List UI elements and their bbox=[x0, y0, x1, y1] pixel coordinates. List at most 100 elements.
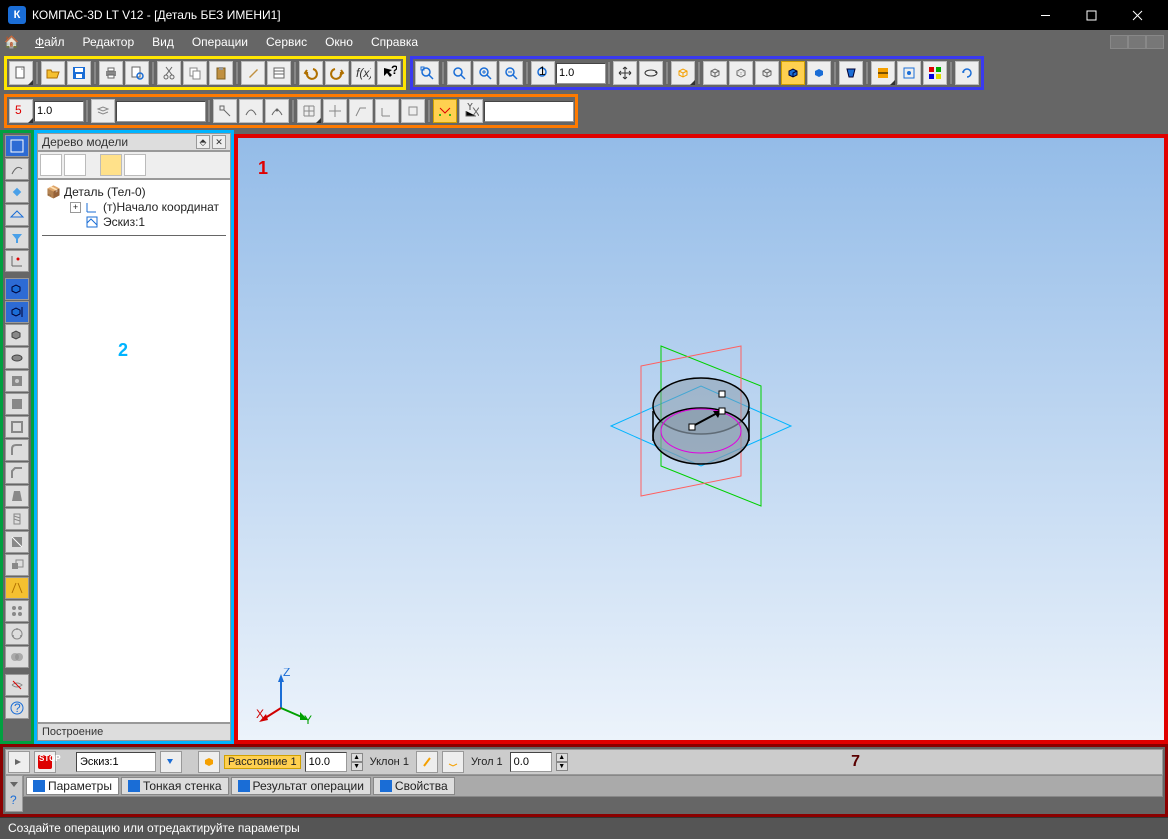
variables-button[interactable]: f(x) bbox=[351, 61, 375, 85]
new-button[interactable] bbox=[9, 61, 33, 85]
fillet-tool[interactable] bbox=[5, 439, 29, 461]
copy-button[interactable] bbox=[183, 61, 207, 85]
refresh-button[interactable] bbox=[955, 61, 979, 85]
zoom-scale-button[interactable]: 1 bbox=[531, 61, 555, 85]
coords-button[interactable]: YX bbox=[459, 99, 483, 123]
scale-input[interactable] bbox=[34, 101, 84, 122]
minimize-button[interactable] bbox=[1022, 0, 1068, 30]
undo-button[interactable] bbox=[299, 61, 323, 85]
hidden-button[interactable] bbox=[729, 61, 753, 85]
mirror-tool[interactable] bbox=[5, 577, 29, 599]
tree-tb-1[interactable] bbox=[40, 154, 62, 176]
slope-type-button[interactable] bbox=[442, 751, 464, 773]
save-button[interactable] bbox=[67, 61, 91, 85]
properties-button[interactable] bbox=[267, 61, 291, 85]
diamond-tool-icon[interactable] bbox=[5, 181, 29, 203]
sweep-tool[interactable] bbox=[5, 347, 29, 369]
round-button[interactable] bbox=[401, 99, 425, 123]
rib-tool[interactable] bbox=[5, 393, 29, 415]
tab-result[interactable]: Результат операции bbox=[231, 777, 371, 795]
angle-down[interactable]: ▼ bbox=[556, 762, 568, 771]
tab-thin-wall[interactable]: Тонкая стенка bbox=[121, 777, 229, 795]
pattern-tool[interactable] bbox=[5, 600, 29, 622]
draft-tool[interactable] bbox=[5, 485, 29, 507]
menu-operations[interactable]: Операции bbox=[184, 32, 256, 52]
menu-view[interactable]: Вид bbox=[144, 32, 182, 52]
panel-help-button[interactable]: ? bbox=[8, 794, 20, 809]
tree-sketch-node[interactable]: Эскиз:1 bbox=[66, 215, 226, 229]
mdi-minimize[interactable] bbox=[1110, 35, 1128, 49]
hidden-thin-button[interactable] bbox=[755, 61, 779, 85]
measure-tool-icon[interactable] bbox=[5, 204, 29, 226]
shell-tool[interactable] bbox=[5, 416, 29, 438]
thread-tool[interactable] bbox=[5, 508, 29, 530]
tree-origin-node[interactable]: + (т)Начало координат bbox=[66, 200, 226, 214]
pan-button[interactable] bbox=[613, 61, 637, 85]
tab-parameters[interactable]: Параметры bbox=[26, 777, 119, 795]
coords-input[interactable] bbox=[484, 101, 574, 122]
menu-window[interactable]: Окно bbox=[317, 32, 361, 52]
shaded-wire-button[interactable] bbox=[781, 61, 805, 85]
viewport[interactable]: 1 bbox=[234, 134, 1168, 744]
apply-button[interactable] bbox=[8, 751, 30, 773]
revolve-tool[interactable] bbox=[5, 301, 29, 323]
maximize-button[interactable] bbox=[1068, 0, 1114, 30]
menu-service[interactable]: Сервис bbox=[258, 32, 315, 52]
hide-button[interactable] bbox=[5, 674, 29, 696]
trace-button[interactable] bbox=[349, 99, 373, 123]
redo-button[interactable] bbox=[325, 61, 349, 85]
local-cs-button[interactable] bbox=[375, 99, 399, 123]
sketch-field[interactable] bbox=[76, 752, 156, 772]
layer-button[interactable]: 5 bbox=[9, 99, 33, 123]
tree-pin-button[interactable]: ⬘ bbox=[196, 135, 210, 149]
sketch-icon[interactable] bbox=[5, 135, 29, 157]
layers-button[interactable] bbox=[91, 99, 115, 123]
slice-tool[interactable] bbox=[5, 531, 29, 553]
brush-button[interactable] bbox=[241, 61, 265, 85]
distance-down[interactable]: ▼ bbox=[351, 762, 363, 771]
parametric-button[interactable] bbox=[433, 99, 457, 123]
perspective-button[interactable] bbox=[839, 61, 863, 85]
mdi-close[interactable] bbox=[1146, 35, 1164, 49]
rotate-button[interactable] bbox=[639, 61, 663, 85]
tab-properties[interactable]: Свойства bbox=[373, 777, 455, 795]
distance-field[interactable] bbox=[305, 752, 347, 772]
wireframe-button[interactable] bbox=[703, 61, 727, 85]
hole-tool[interactable] bbox=[5, 370, 29, 392]
menu-editor[interactable]: Редактор bbox=[74, 32, 142, 52]
funnel-tool-icon[interactable] bbox=[5, 227, 29, 249]
snap-end-button[interactable] bbox=[213, 99, 237, 123]
distance-up[interactable]: ▲ bbox=[351, 753, 363, 762]
zoom-window-button[interactable] bbox=[447, 61, 471, 85]
tree-tb-3[interactable] bbox=[100, 154, 122, 176]
close-button[interactable] bbox=[1114, 0, 1160, 30]
orient-button[interactable] bbox=[671, 61, 695, 85]
line-tool-icon[interactable] bbox=[5, 158, 29, 180]
part-color-button[interactable] bbox=[923, 61, 947, 85]
chamfer-tool[interactable] bbox=[5, 462, 29, 484]
help-arrow-button[interactable]: ? bbox=[377, 61, 401, 85]
help-icon[interactable]: ? bbox=[5, 697, 29, 719]
scale-tool[interactable] bbox=[5, 554, 29, 576]
angle-up[interactable]: ▲ bbox=[556, 753, 568, 762]
slope-dir-button[interactable] bbox=[416, 751, 438, 773]
array-circ-tool[interactable] bbox=[5, 623, 29, 645]
angle-field[interactable] bbox=[510, 752, 552, 772]
menu-file[interactable]: Файл bbox=[27, 32, 73, 52]
extrude-tool[interactable] bbox=[5, 278, 29, 300]
cut-button[interactable] bbox=[157, 61, 181, 85]
direction-button[interactable] bbox=[198, 751, 220, 773]
ortho-button[interactable] bbox=[323, 99, 347, 123]
mdi-restore[interactable] bbox=[1128, 35, 1146, 49]
zoom-out-button[interactable] bbox=[499, 61, 523, 85]
loft-tool[interactable] bbox=[5, 324, 29, 346]
mdi-system-icon[interactable]: 🏠 bbox=[4, 35, 19, 49]
zoom-extents-button[interactable] bbox=[415, 61, 439, 85]
tree-root-node[interactable]: 📦 Деталь (Тел-0) bbox=[42, 185, 226, 199]
panel-collapse-button[interactable] bbox=[8, 778, 20, 793]
tree-body[interactable]: 📦 Деталь (Тел-0) + (т)Начало координат Э… bbox=[37, 179, 231, 723]
boolean-tool[interactable] bbox=[5, 646, 29, 668]
snap-near-button[interactable] bbox=[265, 99, 289, 123]
zoom-in-button[interactable] bbox=[473, 61, 497, 85]
tree-tb-4[interactable] bbox=[124, 154, 146, 176]
